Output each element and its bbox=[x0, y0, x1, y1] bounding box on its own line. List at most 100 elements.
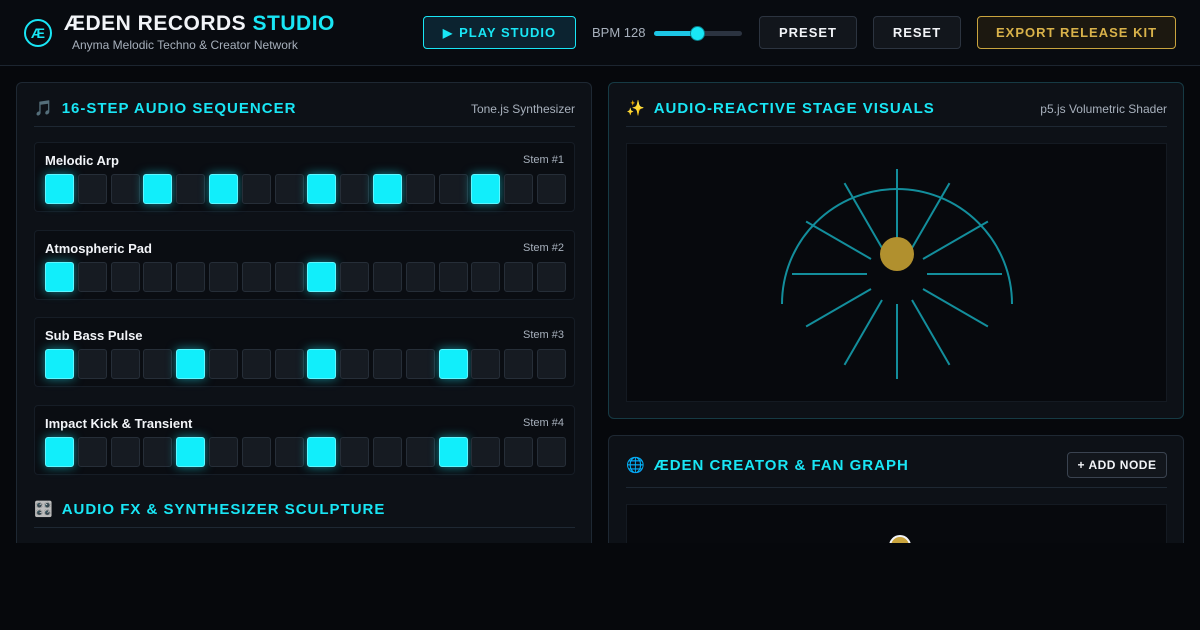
visual-ray bbox=[805, 220, 872, 260]
visual-core-orb bbox=[880, 237, 914, 271]
step-button[interactable] bbox=[537, 349, 566, 379]
step-button[interactable] bbox=[110, 174, 140, 204]
step-button[interactable] bbox=[340, 261, 370, 292]
step-grid bbox=[45, 261, 566, 292]
step-button[interactable] bbox=[143, 349, 173, 379]
step-button[interactable] bbox=[405, 174, 435, 204]
track-stem-label: Stem #2 bbox=[523, 241, 564, 254]
stage-visual-canvas[interactable] bbox=[626, 143, 1167, 402]
step-button[interactable] bbox=[209, 261, 238, 292]
brand-subtitle: Anyma Melodic Techno & Creator Network bbox=[72, 38, 298, 52]
step-button[interactable] bbox=[471, 349, 501, 379]
step-button[interactable] bbox=[405, 261, 435, 292]
visual-ray bbox=[922, 288, 989, 328]
step-button[interactable] bbox=[504, 174, 534, 204]
sparkles-icon: ✨ bbox=[626, 100, 646, 117]
step-button[interactable] bbox=[77, 436, 107, 467]
preset-button[interactable]: PRESET bbox=[759, 16, 857, 49]
visuals-engine-label: p5.js Volumetric Shader bbox=[1040, 102, 1167, 116]
step-button[interactable] bbox=[274, 174, 304, 204]
step-button[interactable] bbox=[373, 436, 402, 467]
step-button-active[interactable] bbox=[176, 349, 206, 379]
export-release-kit-button[interactable]: EXPORT RELEASE KIT bbox=[977, 16, 1176, 49]
step-button[interactable] bbox=[471, 436, 501, 467]
step-button-active[interactable] bbox=[176, 436, 206, 467]
bpm-slider[interactable] bbox=[654, 26, 742, 41]
step-button-active[interactable] bbox=[438, 436, 468, 467]
step-button[interactable] bbox=[405, 349, 435, 379]
step-button[interactable] bbox=[438, 174, 468, 204]
step-button[interactable] bbox=[110, 349, 140, 379]
fx-divider bbox=[34, 527, 575, 528]
step-button-active[interactable] bbox=[307, 261, 337, 292]
step-button-active[interactable] bbox=[307, 436, 337, 467]
step-button[interactable] bbox=[241, 261, 271, 292]
graph-title: 🌐 ÆDEN CREATOR & FAN GRAPH bbox=[626, 456, 909, 474]
step-button[interactable] bbox=[471, 261, 501, 292]
step-button-active[interactable] bbox=[307, 349, 337, 379]
track-stem-label: Stem #3 bbox=[523, 329, 564, 341]
step-grid bbox=[45, 436, 566, 467]
step-button-active[interactable] bbox=[45, 261, 74, 292]
step-button-active[interactable] bbox=[45, 349, 74, 379]
bpm-label: BPM 128 bbox=[592, 25, 646, 40]
step-button[interactable] bbox=[274, 261, 304, 292]
visual-ray bbox=[911, 182, 951, 249]
step-button-active[interactable] bbox=[209, 174, 238, 204]
sequencer-track: Sub Bass Pulse Stem #3 bbox=[34, 317, 575, 387]
step-button[interactable] bbox=[176, 174, 206, 204]
step-button[interactable] bbox=[77, 261, 107, 292]
mixer-knobs-icon: 🎛️ bbox=[34, 501, 54, 518]
track-name: Impact Kick & Transient bbox=[45, 415, 193, 431]
step-button-active[interactable] bbox=[45, 174, 74, 204]
fx-section-title-text: AUDIO FX & SYNTHESIZER SCULPTURE bbox=[61, 501, 386, 518]
step-button[interactable] bbox=[143, 261, 173, 292]
step-button[interactable] bbox=[241, 349, 271, 379]
step-button[interactable] bbox=[77, 174, 107, 204]
step-button[interactable] bbox=[438, 261, 468, 292]
step-button[interactable] bbox=[209, 349, 238, 379]
visuals-title: ✨ AUDIO-REACTIVE STAGE VISUALS bbox=[626, 99, 935, 117]
app-header: Æ ÆDEN RECORDS STUDIO Anyma Melodic Tech… bbox=[0, 0, 1200, 66]
brand-title-main: ÆDEN RECORDS bbox=[64, 12, 247, 35]
sequencer-track: Impact Kick & Transient Stem #4 bbox=[34, 404, 575, 475]
step-button-active[interactable] bbox=[373, 174, 402, 204]
step-button[interactable] bbox=[537, 261, 566, 292]
step-button[interactable] bbox=[110, 261, 140, 292]
bpm-slider-thumb[interactable] bbox=[689, 26, 705, 41]
step-button[interactable] bbox=[143, 436, 173, 467]
step-button-active[interactable] bbox=[143, 174, 173, 204]
step-button[interactable] bbox=[340, 436, 370, 467]
step-button[interactable] bbox=[504, 436, 534, 467]
step-button[interactable] bbox=[274, 436, 304, 467]
step-button[interactable] bbox=[504, 349, 534, 379]
step-button-active[interactable] bbox=[438, 349, 468, 379]
sequencer-panel: 🎵 16-STEP AUDIO SEQUENCER Tone.js Synthes… bbox=[16, 82, 592, 552]
stage-visuals-panel: ✨ AUDIO-REACTIVE STAGE VISUALS p5.js Volu… bbox=[608, 82, 1184, 419]
step-button[interactable] bbox=[373, 261, 402, 292]
add-node-button[interactable]: + ADD NODE bbox=[1067, 452, 1167, 478]
brand-title: ÆDEN RECORDS STUDIO bbox=[64, 12, 335, 36]
play-studio-button[interactable]: ▶ PLAY STUDIO bbox=[423, 16, 576, 49]
step-button[interactable] bbox=[537, 436, 566, 467]
step-button-active[interactable] bbox=[471, 174, 501, 204]
step-button[interactable] bbox=[77, 349, 107, 379]
step-button[interactable] bbox=[340, 349, 370, 379]
step-button-active[interactable] bbox=[45, 436, 74, 467]
step-button[interactable] bbox=[274, 349, 304, 379]
step-button[interactable] bbox=[504, 261, 534, 292]
step-button[interactable] bbox=[241, 436, 271, 467]
play-studio-label: PLAY STUDIO bbox=[459, 25, 557, 40]
stage-visual-svg bbox=[781, 169, 1013, 379]
step-button[interactable] bbox=[176, 261, 206, 292]
step-grid bbox=[45, 174, 566, 204]
step-button[interactable] bbox=[209, 436, 238, 467]
step-button-active[interactable] bbox=[307, 174, 337, 204]
step-button[interactable] bbox=[405, 436, 435, 467]
step-button[interactable] bbox=[241, 174, 271, 204]
step-button[interactable] bbox=[373, 349, 402, 379]
step-button[interactable] bbox=[340, 174, 370, 204]
step-button[interactable] bbox=[110, 436, 140, 467]
step-button[interactable] bbox=[537, 174, 566, 204]
reset-button[interactable]: RESET bbox=[873, 16, 961, 49]
